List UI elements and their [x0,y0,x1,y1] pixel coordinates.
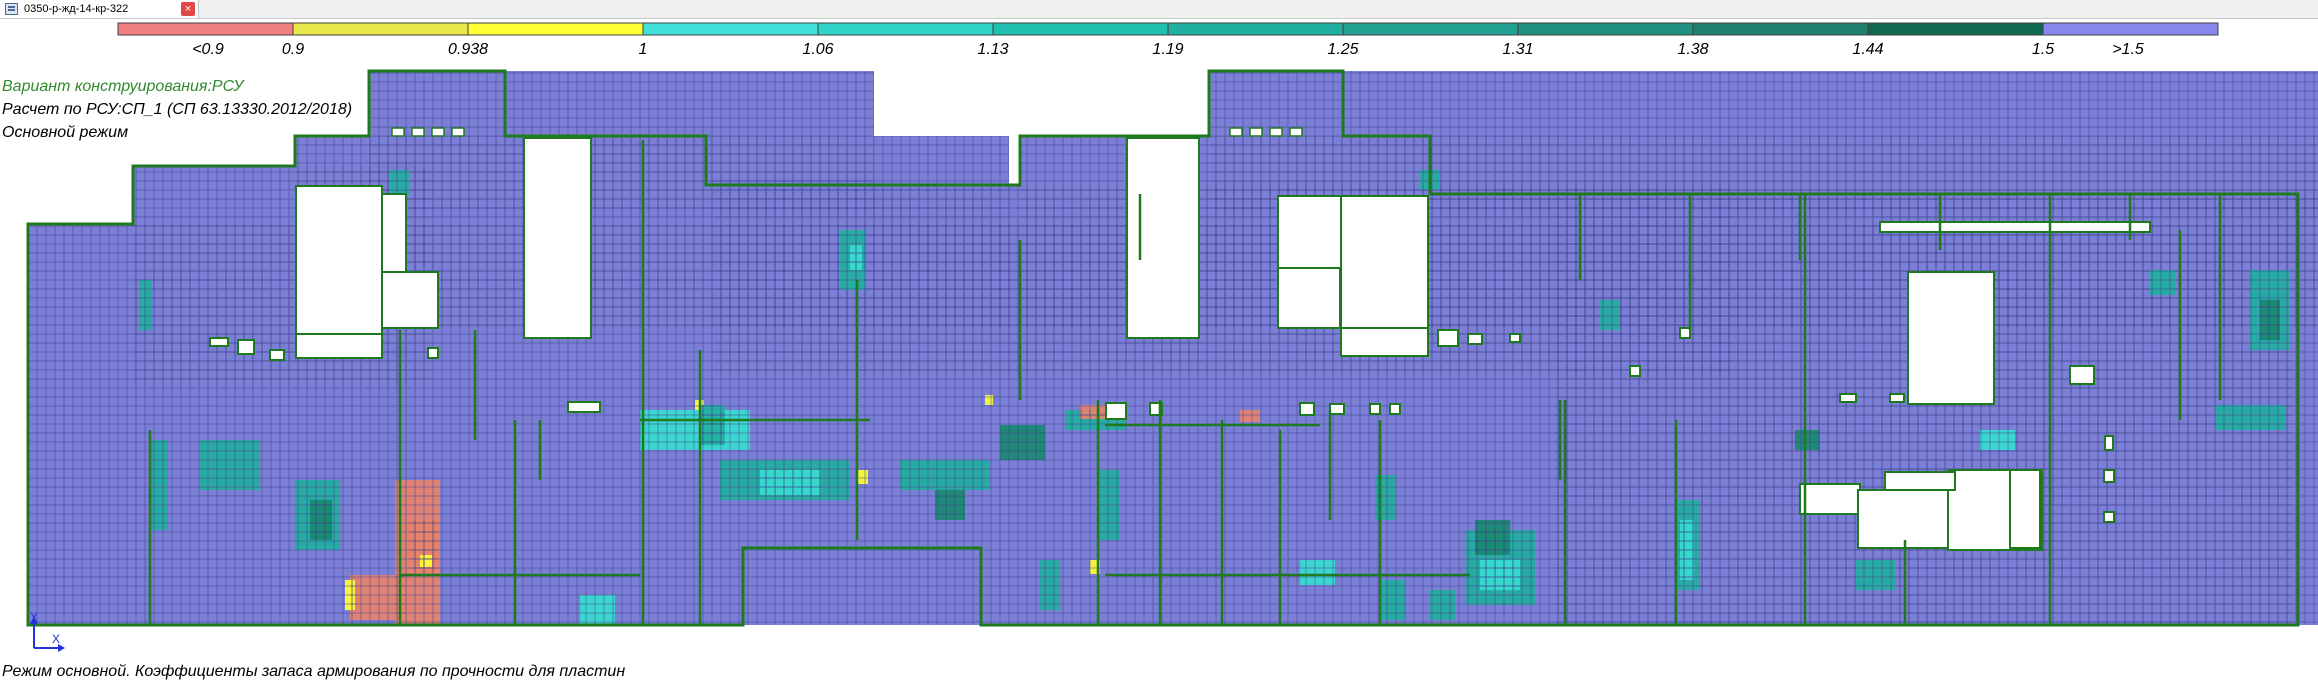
opening [1509,333,1521,343]
opening [1105,402,1127,420]
opening [1879,221,2151,233]
opening [1229,127,1243,137]
opening [427,347,439,359]
zone-mesh [1380,580,1405,620]
opening [2103,469,2115,483]
opening [2069,365,2095,385]
zone-mesh [310,500,332,540]
mesh-cells [369,71,874,211]
opening [1799,483,1861,515]
opening [411,127,425,137]
zone-mesh [1980,430,2015,450]
zone-mesh [2260,300,2280,340]
mesh-cells [1210,71,2318,211]
opening [295,333,383,359]
zone-mesh [1680,520,1694,580]
opening [523,137,592,339]
opening [1369,403,1381,415]
zone-mesh [350,575,405,620]
opening [1277,267,1341,329]
opening [1299,402,1315,416]
floor-plan-mosaic[interactable] [0,0,2318,660]
opening [1389,403,1401,415]
zone-mesh [1430,590,1455,620]
zone-mesh [1100,470,1120,540]
zone-mesh [580,595,615,625]
opening [209,337,229,347]
opening [1679,327,1691,339]
result-caption: Режим основной. Коэффициенты запаса арми… [2,663,626,680]
zone-mesh [760,470,820,495]
opening [1467,333,1483,345]
zone-mesh [900,460,990,490]
zone-mesh [1795,430,1820,450]
zone-mesh [1300,560,1335,585]
zone-mesh [140,280,152,330]
zone-mesh [1080,405,1105,419]
zone-mesh [1855,560,1895,590]
zone-mesh [1475,520,1510,555]
opening [2104,435,2114,451]
opening [1437,329,1459,347]
opening [451,127,465,137]
opening [2009,469,2041,549]
zone-mesh [2215,405,2285,430]
opening [1126,137,1200,339]
opening [1277,195,1342,269]
zone-mesh [985,395,993,405]
opening [1839,393,1857,403]
opening [567,401,601,413]
opening [1249,127,1263,137]
opening [381,193,407,273]
opening [1269,127,1283,137]
opening [269,349,285,361]
opening [1884,471,1956,491]
zone-mesh [1240,410,1260,422]
zone-mesh [1040,560,1060,610]
zone-mesh [200,440,260,490]
y-axis-label: Y [30,612,38,624]
zone-mesh [1000,425,1045,460]
zone-mesh [700,405,725,445]
opening [2103,511,2115,523]
zone-mesh [2150,270,2175,295]
opening [431,127,445,137]
opening [237,339,255,355]
opening [1889,393,1905,403]
x-axis-label: X [52,632,60,646]
opening [1329,403,1345,415]
opening [1629,365,1641,377]
zone-mesh [640,410,750,450]
opening [381,271,439,329]
zone-mesh [935,490,965,520]
opening [1340,327,1429,357]
zone-mesh [345,580,355,610]
zone-mesh [1600,300,1620,330]
zone-mesh [1480,560,1520,590]
opening [295,185,383,335]
zone-mesh [390,170,410,195]
opening [1907,271,1995,405]
opening [391,127,405,137]
zone-mesh [1375,475,1395,520]
axis-indicator: Y X [30,612,65,652]
zone-mesh [858,470,868,484]
opening [1289,127,1303,137]
zone-mesh [850,245,862,270]
zone-mesh [420,555,432,567]
zone-mesh [150,440,168,530]
